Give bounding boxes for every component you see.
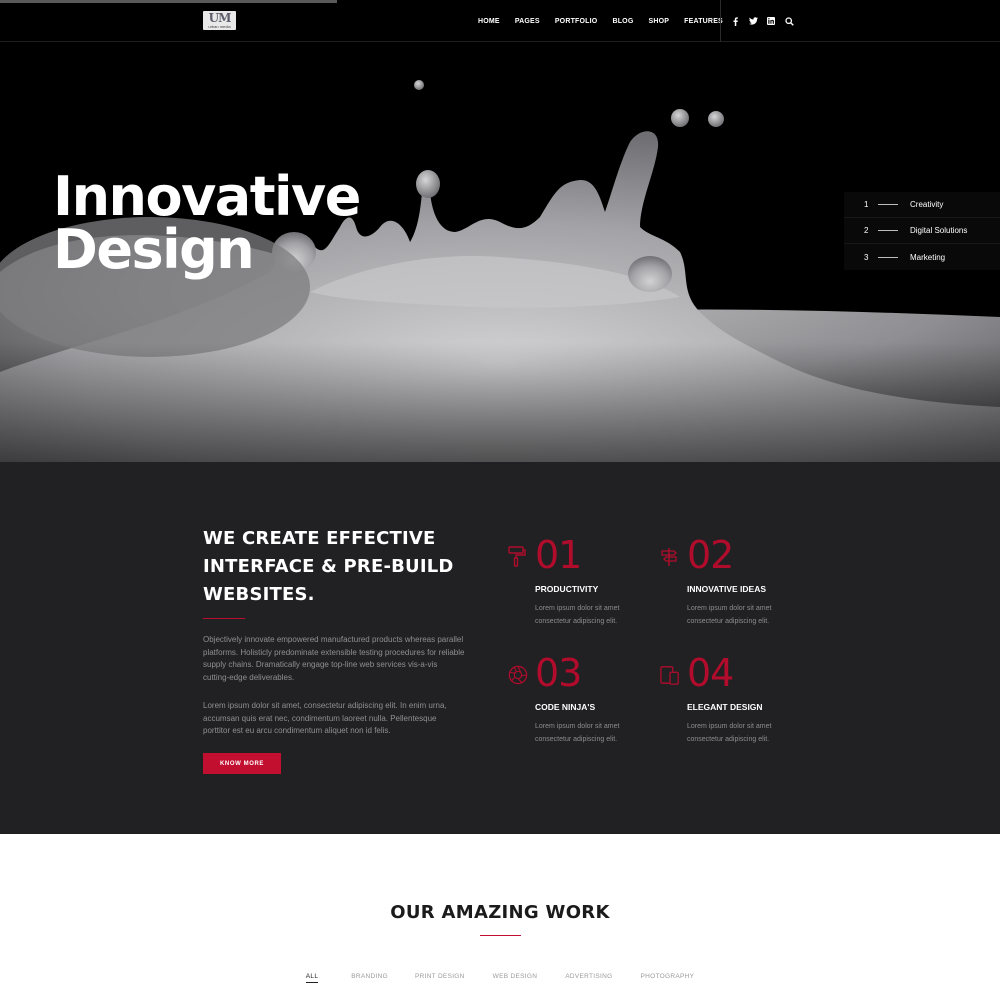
hero-title-line-2: Design [53, 218, 255, 281]
filter-print-design[interactable]: PRINT DESIGN [415, 973, 465, 980]
hero-title: Innovative Design [53, 165, 361, 281]
slide-navigation: 1 Creativity 2 Digital Solutions 3 Marke… [844, 192, 1000, 270]
heading-accent-line [203, 618, 245, 619]
feature-code-ninjas: 03 CODE NINJA'S Lorem ipsum dolor sit am… [508, 652, 648, 752]
twitter-icon[interactable] [748, 16, 758, 26]
nav-item-features[interactable]: FEATURES [684, 18, 723, 25]
paragraph-line: supply chains. Dramatically engage top-l… [203, 660, 438, 670]
about-paragraph-2: Lorem ipsum dolor sit amet, consectetur … [203, 700, 483, 738]
feature-title: PRODUCTIVITY [535, 584, 599, 594]
slide-label: Digital Solutions [910, 226, 968, 235]
paragraph-line: porttitor est eu arcu condimentum alique… [203, 726, 391, 736]
paragraph-line: Lorem ipsum dolor sit amet, consectetur … [203, 701, 447, 710]
filter-branding[interactable]: BRANDING [351, 973, 388, 980]
logo-subtext: urban media [208, 24, 231, 29]
slide-label: Creativity [910, 200, 944, 209]
filter-photography[interactable]: PHOTOGRAPHY [640, 973, 694, 980]
about-heading-line: WEBSITES. [203, 584, 315, 605]
portfolio-filters: ALL BRANDING PRINT DESIGN WEB DESIGN ADV… [0, 973, 1000, 983]
devices-icon [660, 666, 679, 685]
feature-description-line: consectetur adipiscing elit. [535, 736, 618, 743]
slide-item-digital-solutions[interactable]: 2 Digital Solutions [844, 218, 1000, 244]
paragraph-line: Objectively innovate empowered manufactu… [203, 635, 464, 644]
paragraph-line: accumsan quis erat nec, condimentum laor… [203, 713, 437, 723]
hero-slider: Innovative Design 1 Creativity 2 Digital… [0, 42, 1000, 462]
feature-description: Lorem ipsum dolor sit amet consectetur a… [687, 602, 771, 628]
feature-description: Lorem ipsum dolor sit amet consectetur a… [687, 720, 771, 746]
site-header: UM urban media HOME PAGES PORTFOLIO BLOG… [0, 0, 1000, 42]
know-more-button[interactable]: KNOW MORE [203, 753, 281, 774]
filter-advertising[interactable]: ADVERTISING [565, 973, 612, 980]
feature-number: 04 [687, 651, 734, 695]
work-title: OUR AMAZING WORK [390, 902, 610, 923]
about-heading-line: WE CREATE EFFECTIVE [203, 528, 436, 549]
feature-title: CODE NINJA'S [535, 702, 596, 712]
search-icon[interactable] [784, 16, 794, 26]
feature-number: 02 [687, 533, 734, 577]
slide-number: 1 [864, 200, 869, 209]
about-section: WE CREATE EFFECTIVE INTERFACE & PRE-BUIL… [0, 462, 1000, 834]
social-links [730, 0, 802, 42]
work-section: OUR AMAZING WORK ALL BRANDING PRINT DESI… [0, 834, 1000, 1000]
logo-mark: UM [208, 11, 232, 25]
about-paragraph-1: Objectively innovate empowered manufactu… [203, 634, 483, 685]
nav-item-pages[interactable]: PAGES [515, 18, 540, 25]
feature-description-line: consectetur adipiscing elit. [535, 618, 618, 625]
feature-innovative-ideas: 02 INNOVATIVE IDEAS Lorem ipsum dolor si… [660, 534, 800, 634]
slide-item-creativity[interactable]: 1 Creativity [844, 192, 1000, 218]
feature-elegant-design: 04 ELEGANT DESIGN Lorem ipsum dolor sit … [660, 652, 800, 752]
paragraph-line: cutting-edge deliverables. [203, 673, 295, 683]
paragraph-line: platforms. Holisticly predominate extens… [203, 647, 465, 657]
about-heading: WE CREATE EFFECTIVE INTERFACE & PRE-BUIL… [203, 525, 493, 609]
nav-item-portfolio[interactable]: PORTFOLIO [555, 18, 598, 25]
slide-dash [878, 230, 898, 231]
slide-number: 2 [864, 226, 869, 235]
linkedin-icon[interactable] [766, 16, 776, 26]
filter-all[interactable]: ALL [305, 973, 319, 983]
nav-item-shop[interactable]: SHOP [648, 18, 669, 25]
feature-title: INNOVATIVE IDEAS [687, 584, 767, 594]
slide-item-marketing[interactable]: 3 Marketing [844, 244, 1000, 270]
feature-description: Lorem ipsum dolor sit amet consectetur a… [535, 602, 619, 628]
slide-dash [878, 204, 898, 205]
slide-number: 3 [864, 252, 869, 262]
feature-description-line: Lorem ipsum dolor sit amet [535, 723, 620, 730]
nav-item-blog[interactable]: BLOG [612, 18, 633, 25]
main-nav: HOME PAGES PORTFOLIO BLOG SHOP FEATURES [478, 0, 723, 42]
feature-description-line: Lorem ipsum dolor sit amet [535, 605, 620, 612]
feature-description-line: consectetur adipiscing elit. [687, 618, 770, 625]
feature-description: Lorem ipsum dolor sit amet consectetur a… [535, 720, 619, 746]
feature-description-line: Lorem ipsum dolor sit amet [687, 605, 772, 612]
work-accent-line [480, 935, 521, 936]
about-heading-line: INTERFACE & PRE-BUILD [203, 556, 454, 577]
feature-number: 03 [535, 651, 582, 695]
filter-web-design[interactable]: WEB DESIGN [493, 973, 538, 980]
feature-description-line: Lorem ipsum dolor sit amet [687, 723, 772, 730]
slide-label: Marketing [910, 252, 946, 262]
feature-number: 01 [535, 533, 582, 577]
feature-productivity: 01 PRODUCTIVITY Lorem ipsum dolor sit am… [508, 534, 648, 634]
page-load-progress-bar [0, 0, 337, 3]
feature-title: ELEGANT DESIGN [687, 702, 763, 712]
slide-dash [878, 256, 898, 258]
paint-roller-icon [508, 546, 526, 567]
hero-title-line-1: Innovative [53, 165, 361, 228]
nav-item-home[interactable]: HOME [478, 18, 500, 25]
aperture-icon [508, 665, 528, 685]
feature-description-line: consectetur adipiscing elit. [687, 736, 770, 743]
signpost-icon [661, 548, 677, 566]
site-logo[interactable]: UM urban media [203, 11, 236, 30]
facebook-icon[interactable] [730, 16, 740, 26]
nav-divider [720, 0, 721, 42]
